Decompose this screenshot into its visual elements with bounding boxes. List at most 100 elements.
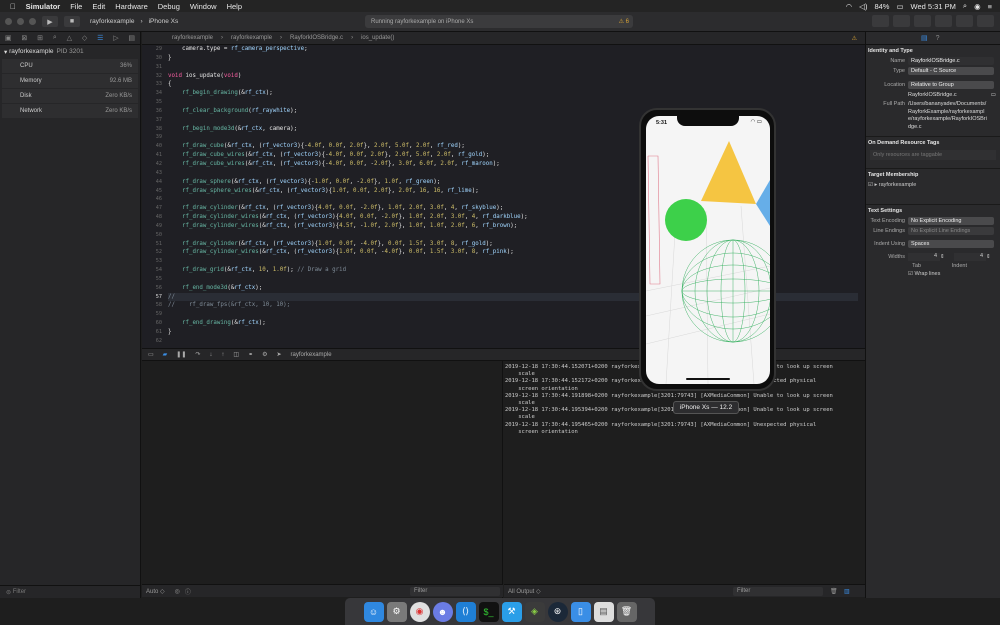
editor-standard-button[interactable]: [893, 15, 910, 27]
gauge-memory[interactable]: Memory 92.6 MB: [2, 74, 138, 88]
find-navigator-icon[interactable]: ⌕: [53, 34, 57, 42]
discord-icon[interactable]: ☻: [432, 601, 453, 622]
line-number[interactable]: 60: [142, 319, 164, 328]
toggle-navigator-button[interactable]: [935, 15, 952, 27]
xcode-icon[interactable]: ⚒: [501, 601, 522, 622]
code-line[interactable]: }: [168, 54, 858, 63]
gauge-cpu[interactable]: CPU 36%: [2, 59, 138, 73]
eye-icon[interactable]: ◎: [175, 588, 180, 595]
warning-icon[interactable]: ⚠: [852, 35, 857, 42]
tags-field[interactable]: Only resources are taggable: [870, 150, 996, 160]
simulator-icon[interactable]: ▯: [570, 601, 591, 622]
tab-width-field[interactable]: 4: [908, 253, 940, 261]
line-number[interactable]: 44: [142, 178, 164, 187]
minimize-window-button[interactable]: [17, 18, 24, 25]
view-hierarchy-icon[interactable]: ◫: [233, 351, 239, 358]
line-number[interactable]: 38: [142, 125, 164, 134]
type-popup[interactable]: Default - C Source: [908, 67, 994, 75]
location-popup[interactable]: Relative to Group: [908, 81, 994, 89]
finder-icon[interactable]: ☺: [363, 601, 384, 622]
menu-edit[interactable]: Edit: [92, 2, 105, 11]
variables-view[interactable]: [142, 361, 503, 598]
code-line[interactable]: [168, 63, 858, 72]
step-into-icon[interactable]: ↓: [209, 352, 212, 358]
breakpoints-toggle-icon[interactable]: ▰: [163, 351, 168, 358]
code-line[interactable]: void ios_update(void): [168, 72, 858, 81]
clock[interactable]: Wed 5:31 PM: [911, 2, 956, 11]
jump-crumb[interactable]: rayforkexample: [172, 35, 213, 41]
encoding-popup[interactable]: No Explicit Encoding: [908, 217, 994, 225]
line-number[interactable]: 51: [142, 240, 164, 249]
line-number[interactable]: 49: [142, 222, 164, 231]
folder-icon[interactable]: ▭: [991, 92, 996, 98]
apple-icon[interactable]: : [10, 2, 16, 11]
report-navigator-icon[interactable]: ▤: [128, 34, 135, 42]
console-filter-input[interactable]: Filter: [733, 586, 823, 596]
jump-crumb[interactable]: rayforkexample: [231, 35, 272, 41]
menu-list-icon[interactable]: ≡: [988, 2, 992, 11]
indent-popup[interactable]: Spaces: [908, 240, 994, 248]
line-number[interactable]: 45: [142, 187, 164, 196]
line-number[interactable]: 43: [142, 169, 164, 178]
line-number[interactable]: 36: [142, 107, 164, 116]
hide-debug-area-icon[interactable]: ▭: [148, 351, 154, 358]
variables-filter-input[interactable]: Filter: [410, 586, 500, 596]
project-navigator-icon[interactable]: ▣: [5, 34, 12, 42]
step-over-icon[interactable]: ↷: [195, 351, 200, 358]
line-number[interactable]: 37: [142, 116, 164, 125]
editor-assistant-button[interactable]: [914, 15, 931, 27]
environment-overrides-icon[interactable]: ⚙: [262, 351, 267, 358]
run-button[interactable]: ▶: [42, 16, 58, 27]
code-line[interactable]: [168, 98, 858, 107]
library-button[interactable]: [872, 15, 889, 27]
line-number[interactable]: 42: [142, 160, 164, 169]
code-line[interactable]: camera.type = rf_camera_perspective;: [168, 45, 858, 54]
symbol-navigator-icon[interactable]: ⊞: [37, 34, 43, 42]
wifi-icon[interactable]: ◠: [846, 2, 853, 11]
line-number[interactable]: 40: [142, 142, 164, 151]
indent-stepper-icon[interactable]: ⇕: [986, 254, 996, 260]
line-number[interactable]: 41: [142, 151, 164, 160]
trash-icon[interactable]: 🗑: [830, 588, 838, 595]
name-field[interactable]: RayforkIOSBridge.c: [908, 57, 994, 65]
code-line[interactable]: {: [168, 80, 858, 89]
trash-icon[interactable]: 🗑: [616, 601, 637, 622]
navigator-filter[interactable]: ⊜ Filter: [0, 585, 141, 598]
line-number[interactable]: 62: [142, 337, 164, 346]
line-number[interactable]: 48: [142, 213, 164, 222]
line-endings-popup[interactable]: No Explicit Line Endings: [908, 227, 994, 235]
jump-crumb[interactable]: RayforkIOSBridge.c: [290, 35, 343, 41]
menu-debug[interactable]: Debug: [158, 2, 180, 11]
indent-width-field[interactable]: 4: [954, 253, 986, 261]
auto-selector[interactable]: Auto ◇: [146, 588, 165, 595]
stop-button[interactable]: ■: [64, 16, 80, 27]
simulator-screen[interactable]: 5:31 ◠ ▭: [646, 116, 770, 384]
line-number[interactable]: 46: [142, 195, 164, 204]
preview-icon[interactable]: ▤: [593, 601, 614, 622]
line-number[interactable]: 50: [142, 231, 164, 240]
zoom-window-button[interactable]: [29, 18, 36, 25]
issue-navigator-icon[interactable]: △: [67, 34, 72, 42]
line-number[interactable]: 61: [142, 328, 164, 337]
line-number[interactable]: 57: [142, 293, 164, 302]
line-number[interactable]: 55: [142, 275, 164, 284]
device-selector[interactable]: iPhone Xs: [149, 18, 179, 25]
line-number[interactable]: 58: [142, 301, 164, 310]
line-number[interactable]: 32: [142, 72, 164, 81]
line-number[interactable]: 29: [142, 45, 164, 54]
line-number[interactable]: 31: [142, 63, 164, 72]
pause-icon[interactable]: ❚❚: [176, 351, 186, 358]
toggle-debug-area-button[interactable]: [956, 15, 973, 27]
source-control-icon[interactable]: ⊠: [21, 34, 27, 42]
tab-stepper-icon[interactable]: ⇕: [940, 254, 954, 260]
quick-help-icon[interactable]: ?: [936, 35, 940, 42]
terminal-icon[interactable]: $_: [478, 601, 499, 622]
line-number[interactable]: 35: [142, 98, 164, 107]
scheme-selector[interactable]: rayforkexample: [90, 18, 134, 25]
output-selector[interactable]: All Output ◇: [508, 588, 541, 595]
menu-file[interactable]: File: [70, 2, 82, 11]
close-window-button[interactable]: [5, 18, 12, 25]
file-inspector-icon[interactable]: ▤: [921, 34, 928, 42]
line-number[interactable]: 34: [142, 89, 164, 98]
test-navigator-icon[interactable]: ◇: [82, 34, 87, 42]
